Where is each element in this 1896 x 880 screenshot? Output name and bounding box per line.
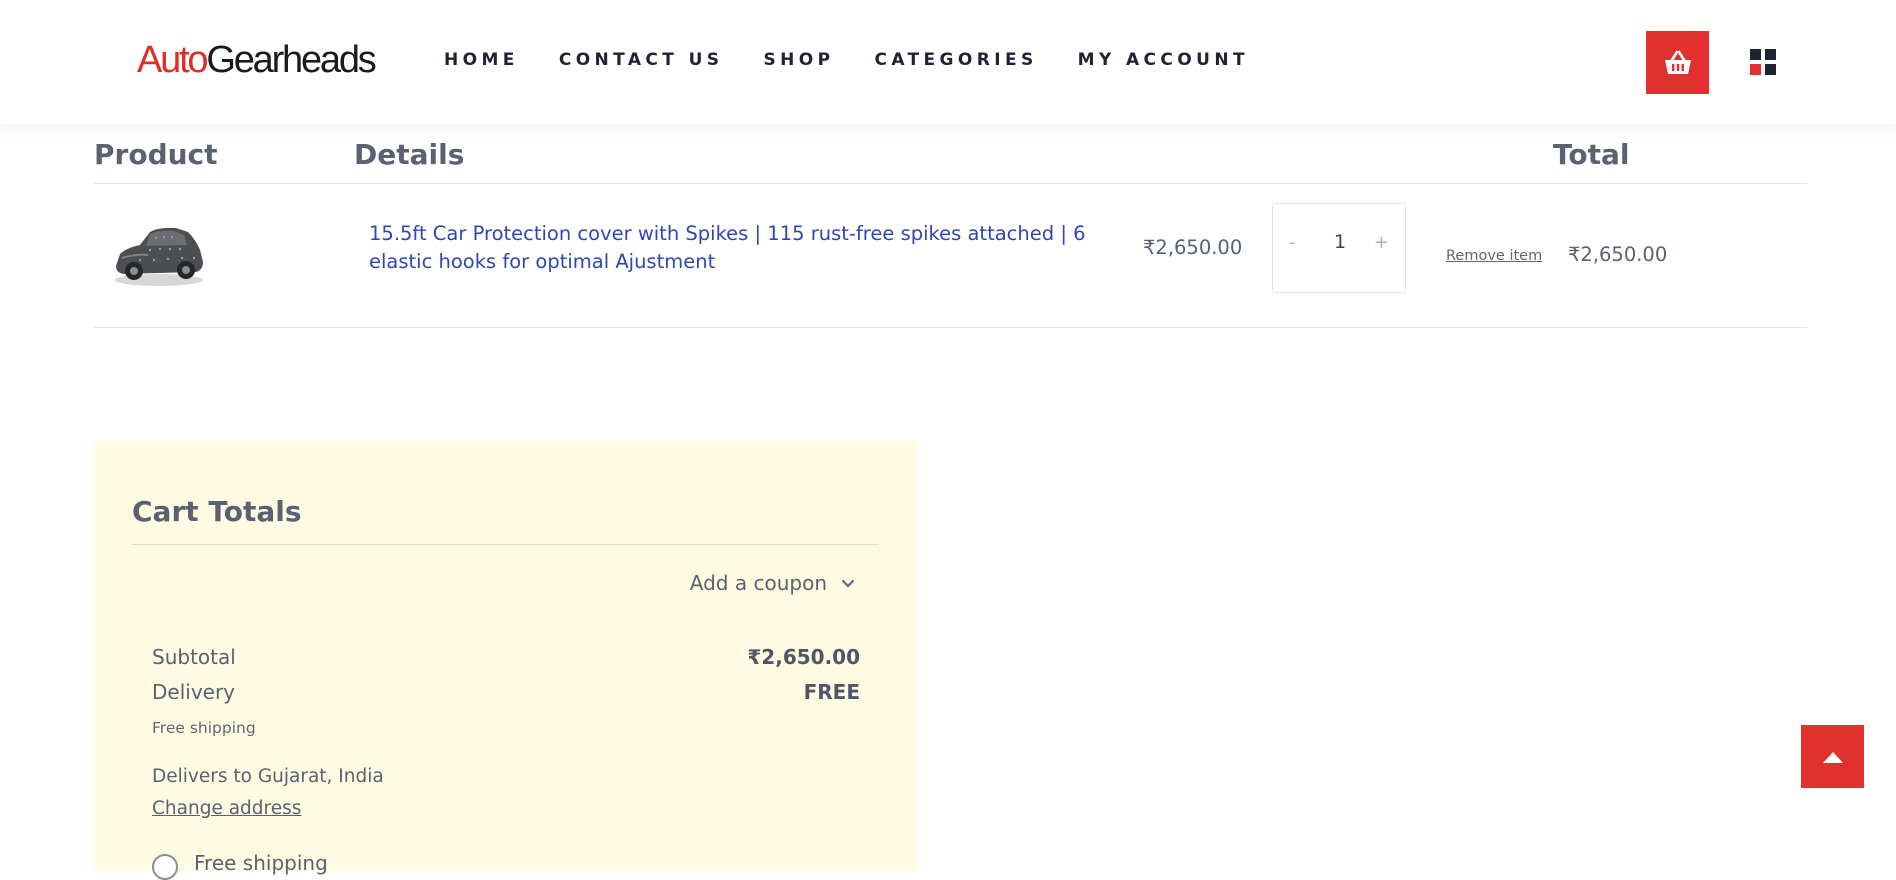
remove-item-link[interactable]: Remove item — [1446, 248, 1542, 264]
back-to-top-button[interactable] — [1801, 725, 1864, 788]
cart-totals-panel: Cart Totals Add a coupon Subtotal ₹2,650… — [94, 441, 917, 880]
grid-menu-icon[interactable] — [1750, 49, 1776, 75]
delivers-to-text: Delivers to Gujarat, India — [152, 766, 384, 787]
product-name-link[interactable]: 15.5ft Car Protection cover with Spikes … — [369, 220, 1089, 276]
quantity-decrease-button[interactable]: - — [1289, 232, 1296, 253]
delivery-label: Delivery — [152, 680, 236, 704]
column-header-details: Details — [354, 138, 465, 171]
add-coupon-label: Add a coupon — [689, 571, 827, 595]
car-cover-image — [115, 227, 203, 286]
quantity-stepper: - + — [1272, 203, 1406, 293]
product-thumbnail[interactable] — [110, 218, 208, 290]
main-nav: HOME CONTACT US SHOP CATEGORIES MY ACCOU… — [444, 50, 1249, 70]
table-row-divider — [94, 327, 1807, 328]
cart-totals-title: Cart Totals — [132, 495, 302, 528]
site-header: AutoGearheads HOME CONTACT US SHOP CATEG… — [0, 0, 1896, 124]
site-logo[interactable]: AutoGearheads — [137, 36, 377, 84]
shipping-option-free[interactable]: Free shipping — [152, 846, 328, 880]
subtotal-label: Subtotal — [152, 645, 236, 669]
delivery-method-note: Free shipping — [152, 719, 256, 737]
grid-square-icon — [1750, 64, 1761, 75]
logo-text-auto: Auto — [137, 39, 209, 81]
nav-home[interactable]: HOME — [444, 50, 519, 70]
column-header-total: Total — [1553, 138, 1630, 171]
change-address-link[interactable]: Change address — [152, 798, 301, 819]
chevron-down-icon — [842, 579, 854, 587]
nav-categories[interactable]: CATEGORIES — [874, 50, 1037, 70]
shipping-radio[interactable] — [152, 854, 178, 880]
nav-shop[interactable]: SHOP — [763, 50, 834, 70]
subtotal-value: ₹2,650.00 — [747, 645, 860, 669]
logo-text-gearheads: Gearheads — [206, 39, 376, 81]
grid-square-icon — [1750, 49, 1761, 60]
shipping-option-label: Free shipping — [194, 851, 328, 875]
grid-square-icon — [1765, 64, 1776, 75]
basket-icon — [1664, 50, 1691, 74]
nav-my-account[interactable]: MY ACCOUNT — [1078, 50, 1249, 70]
arrow-up-icon — [1822, 751, 1843, 763]
cart-totals-divider — [132, 544, 879, 545]
quantity-increase-button[interactable]: + — [1374, 232, 1389, 253]
column-header-product: Product — [94, 138, 218, 171]
delivery-value: FREE — [803, 680, 860, 704]
line-total: ₹2,650.00 — [1568, 243, 1668, 266]
cart-button[interactable] — [1646, 31, 1709, 94]
grid-square-icon — [1765, 49, 1776, 60]
add-coupon-toggle[interactable]: Add a coupon — [690, 571, 855, 595]
quantity-input[interactable] — [1313, 230, 1367, 254]
product-price: ₹2,650.00 — [1143, 236, 1243, 259]
table-header-divider — [94, 183, 1807, 184]
nav-contact-us[interactable]: CONTACT US — [559, 50, 724, 70]
